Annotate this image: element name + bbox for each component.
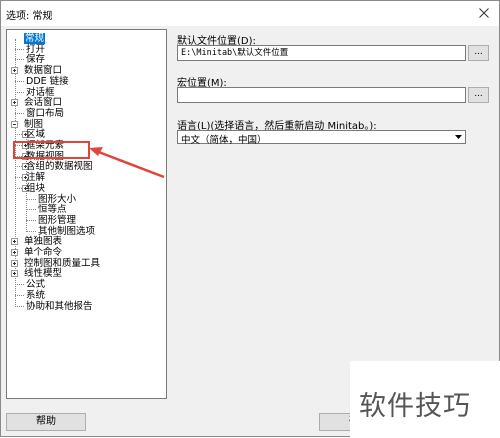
tree-item-label: 常规 <box>24 33 46 44</box>
default-location-browse-button[interactable]: ... <box>468 45 489 61</box>
tree-item[interactable]: 图形大小 <box>7 194 165 205</box>
close-button[interactable] <box>473 3 495 23</box>
tree-item-label: 对话框 <box>26 86 55 98</box>
window-title: 选项: 常规 <box>6 11 53 22</box>
tree-item[interactable]: 其他制图选项 <box>7 226 165 237</box>
tree-item[interactable]: 会话窗口 <box>7 97 165 108</box>
tree-item-label: 保存 <box>26 54 46 66</box>
tree-item[interactable]: 对话框 <box>7 87 165 98</box>
expand-icon[interactable] <box>11 67 18 75</box>
expand-icon[interactable] <box>11 99 18 107</box>
language-select[interactable]: 中文（简体，中国） <box>177 130 466 146</box>
collapse-icon[interactable] <box>11 120 18 128</box>
tree-item-label: 区域 <box>26 129 46 141</box>
tree-item-label: 会话窗口 <box>24 97 63 109</box>
tree-item-label: 数据窗口 <box>24 65 63 77</box>
tree-item-label: 图形管理 <box>38 214 77 226</box>
tree-item-label: 注解 <box>26 172 46 184</box>
expand-icon[interactable] <box>11 259 18 267</box>
options-dialog: 选项: 常规 常规 打开 保存 数据窗口 DDE 链接 对话框 会话窗口 窗口布局 制图 区域 框架… <box>0 0 500 438</box>
tree-item[interactable]: 常规 <box>7 33 165 44</box>
close-icon <box>479 8 489 18</box>
tree-item[interactable]: 窗口布局 <box>7 108 165 119</box>
tree-item-label: 窗口布局 <box>26 107 65 119</box>
tree-item[interactable]: 制图 <box>7 119 165 130</box>
tree-item[interactable]: 系统 <box>7 290 165 301</box>
tree-item[interactable]: 单个命令 <box>7 247 165 258</box>
highlight-annotation <box>13 141 90 159</box>
expand-icon[interactable] <box>11 238 18 246</box>
default-location-field[interactable]: E:\Minitab\默认文件位置 <box>177 45 466 61</box>
tree-item-label: 单独图表 <box>24 236 63 248</box>
tree-item-label: 协助和其他报告 <box>26 300 93 312</box>
watermark-text: 软件技巧 <box>359 391 471 422</box>
options-tree[interactable]: 常规 打开 保存 数据窗口 DDE 链接 对话框 会话窗口 窗口布局 制图 区域 框架元素 数据视图含… <box>6 29 167 399</box>
expand-icon[interactable] <box>11 249 18 256</box>
macro-location-browse-button[interactable]: ... <box>468 87 489 103</box>
language-value: 中文（简体，中国） <box>181 135 267 146</box>
tree-item[interactable]: 协助和其他报告 <box>7 301 165 312</box>
tree-item-label: 其他制图选项 <box>38 225 96 237</box>
annotation-arrow <box>89 147 165 179</box>
tree-item-label: 线性模型 <box>24 268 63 280</box>
tree-item[interactable]: 数据窗口 <box>7 65 165 76</box>
expand-icon[interactable] <box>11 270 18 278</box>
tree-item[interactable]: 保存 <box>7 54 165 65</box>
macro-location-field[interactable] <box>177 87 466 103</box>
tree-item[interactable]: DDE 链接 <box>7 76 165 87</box>
title-bar: 选项: 常规 <box>1 1 499 26</box>
tree-item[interactable]: 公式 <box>7 279 165 290</box>
help-button[interactable]: 帮助 <box>6 413 86 431</box>
tree-item[interactable]: 区域 <box>7 129 165 140</box>
chevron-down-icon[interactable] <box>452 131 465 143</box>
tree-item-label: 系统 <box>26 289 46 301</box>
tree-item[interactable]: 单独图表 <box>7 236 165 247</box>
tree-item-label: 含组的数据视图 <box>26 161 93 173</box>
tree-item-label: 单个命令 <box>24 247 63 258</box>
tree-item-label: 恒等点 <box>38 204 67 216</box>
tree-item-label: 图形大小 <box>38 193 77 205</box>
tree-item[interactable]: 图形管理 <box>7 215 165 226</box>
tree-item[interactable]: 恒等点 <box>7 204 165 215</box>
tree-item-label: DDE 链接 <box>26 75 69 87</box>
tree-item-label: 组块 <box>26 182 46 194</box>
tree-item[interactable]: 线性模型 <box>7 268 165 279</box>
tree-item[interactable]: 组块 <box>7 183 165 194</box>
tree-item-label: 制图 <box>24 118 44 130</box>
tree-item-label: 公式 <box>26 279 46 291</box>
